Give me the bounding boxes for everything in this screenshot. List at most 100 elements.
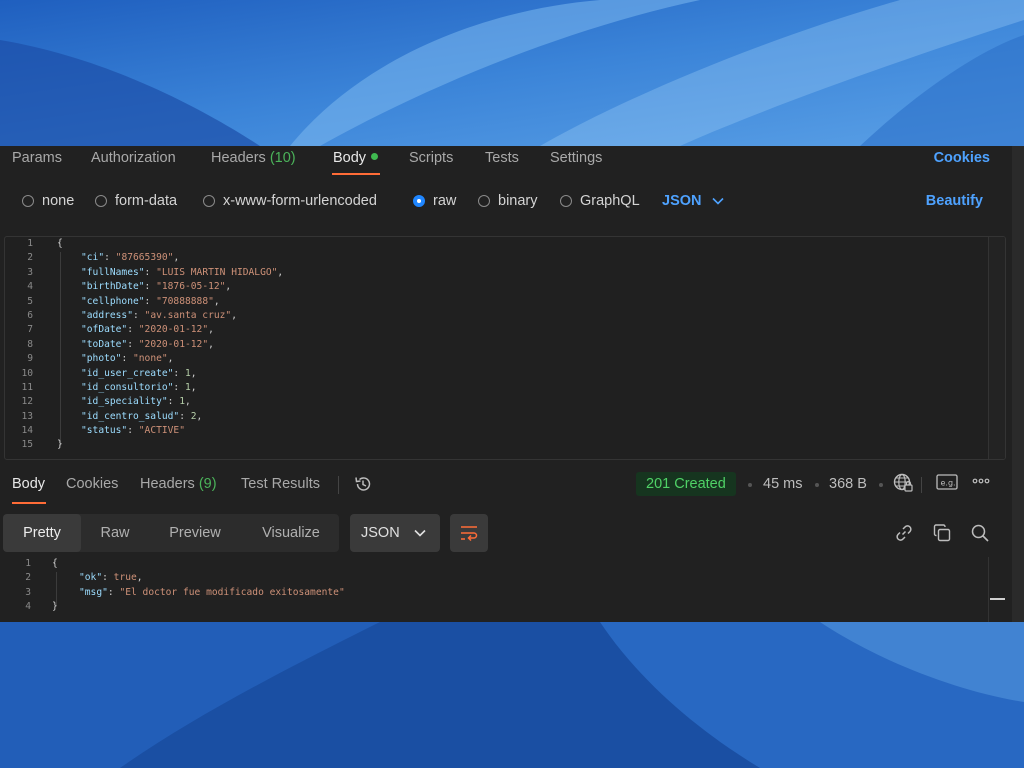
code-text: "id_speciality": 1, xyxy=(81,396,191,408)
code-line: 4 "birthDate": "1876-05-12", xyxy=(5,280,985,294)
json-key: "toDate" xyxy=(81,338,128,350)
request-body-editor[interactable]: 1{ 2 "ci": "87665390", 3 "fullNames": "LUI… xyxy=(4,236,1006,460)
code-text: "address": "av.santa cruz", xyxy=(81,309,237,321)
json-sep: , xyxy=(167,353,174,365)
code-line: 6 "address": "av.santa cruz", xyxy=(5,309,985,323)
code-text: "id_centro_salud": 2, xyxy=(81,410,203,422)
code-line: 5 "cellphone": "70888888", xyxy=(5,295,985,309)
radio-circle xyxy=(203,195,215,207)
line-number: 4 xyxy=(25,601,31,613)
code-line: 4} xyxy=(0,600,988,614)
response-format-dropdown[interactable]: JSON xyxy=(350,514,440,552)
meta-separator xyxy=(879,483,883,487)
json-key: "id_speciality" xyxy=(81,396,168,408)
radio-label: binary xyxy=(498,193,538,209)
view-visualize[interactable]: Visualize xyxy=(253,514,329,552)
resp-tab-cookies[interactable]: Cookies xyxy=(66,476,118,492)
line-number: 1 xyxy=(27,238,33,249)
copy-icon[interactable] xyxy=(932,523,952,548)
response-format-label: JSON xyxy=(361,525,400,541)
code-line: 9 "photo": "none", xyxy=(5,352,985,366)
response-scrollbar[interactable] xyxy=(988,557,1007,622)
chevron-down-icon xyxy=(414,529,426,537)
divider xyxy=(338,476,339,494)
line-number: 3 xyxy=(27,266,33,278)
divider xyxy=(921,477,922,493)
beautify-button[interactable]: Beautify xyxy=(926,193,983,209)
response-body-viewer[interactable]: 1{ 2 "ok": true, 3 "msg": "El doctor fue m… xyxy=(0,557,988,619)
code-line: 2 "ci": "87665390", xyxy=(5,251,985,265)
tab-settings[interactable]: Settings xyxy=(550,150,602,166)
json-key: "status" xyxy=(81,425,128,437)
tab-authorization[interactable]: Authorization xyxy=(91,150,176,166)
cookies-link[interactable]: Cookies xyxy=(934,150,990,166)
search-icon[interactable] xyxy=(970,523,990,548)
radio-binary[interactable]: binary xyxy=(478,193,538,209)
status-badge[interactable]: 201 Created xyxy=(636,472,736,496)
globe-icon[interactable] xyxy=(892,472,914,499)
radio-raw[interactable]: raw xyxy=(413,193,456,209)
view-preview[interactable]: Preview xyxy=(161,514,229,552)
line-number: 8 xyxy=(27,338,33,350)
response-time[interactable]: 45 ms xyxy=(763,476,803,492)
wrap-lines-icon xyxy=(461,526,478,542)
tab-headers[interactable]: Headers (10) xyxy=(211,150,296,166)
radio-label: GraphQL xyxy=(580,193,640,209)
radio-graphql[interactable]: GraphQL xyxy=(560,193,640,209)
line-number: 13 xyxy=(21,410,33,422)
resp-tab-test-results[interactable]: Test Results xyxy=(241,476,320,492)
tab-headers-label: Headers xyxy=(211,150,266,166)
radio-circle xyxy=(560,195,572,207)
code-line: 3 "msg": "El doctor fue modificado exitos… xyxy=(0,586,988,600)
json-sep: , xyxy=(225,281,232,293)
code-text: "cellphone": "70888888", xyxy=(81,295,220,307)
radio-label: x-www-form-urlencoded xyxy=(223,193,377,209)
resp-tab-headers[interactable]: Headers (9) xyxy=(140,476,217,492)
view-raw[interactable]: Raw xyxy=(93,514,137,552)
meta-separator xyxy=(815,483,819,487)
radio-x-www-form-urlencoded[interactable]: x-www-form-urlencoded xyxy=(203,193,377,209)
line-number: 3 xyxy=(25,586,31,598)
json-value: "av.santa cruz" xyxy=(144,309,232,321)
radio-none[interactable]: none xyxy=(22,193,74,209)
response-size[interactable]: 368 B xyxy=(829,476,867,492)
code-text: "ofDate": "2020-01-12", xyxy=(81,324,214,336)
json-sep: , xyxy=(196,410,203,422)
code-text: } xyxy=(57,439,63,451)
code-line: 13 "id_centro_salud": 2, xyxy=(5,410,985,424)
body-type-selector: none form-data x-www-form-urlencoded raw… xyxy=(0,190,1012,214)
editor-scrollbar[interactable] xyxy=(988,237,1005,459)
code-text: "status": "ACTIVE" xyxy=(81,425,185,437)
tab-body[interactable]: Body xyxy=(333,150,379,166)
json-sep: , xyxy=(173,252,180,264)
link-icon[interactable] xyxy=(894,523,914,548)
scrollbar-thumb[interactable] xyxy=(990,598,1005,600)
raw-format-label: JSON xyxy=(662,193,702,209)
line-number: 2 xyxy=(27,252,33,264)
line-number: 11 xyxy=(21,381,33,393)
tab-scripts[interactable]: Scripts xyxy=(409,150,453,166)
request-tabs: Params Authorization Headers (10) Body S… xyxy=(0,146,1012,176)
json-value: "LUIS MARTIN HIDALGO" xyxy=(156,266,278,278)
wrap-lines-button[interactable] xyxy=(450,514,488,552)
json-key: "address" xyxy=(81,309,133,321)
resp-tab-body[interactable]: Body xyxy=(12,476,45,492)
radio-form-data[interactable]: form-data xyxy=(95,193,177,209)
code-lines: 1{ 2 "ci": "87665390", 3 "fullNames": "LUI… xyxy=(5,237,985,453)
save-example-icon[interactable]: e.g. xyxy=(936,473,958,496)
view-pretty[interactable]: Pretty xyxy=(3,514,81,552)
window-scrollbar[interactable] xyxy=(1012,146,1024,622)
code-line: 11 "id_consultorio": 1, xyxy=(5,381,985,395)
more-icon[interactable] xyxy=(971,474,991,493)
code-line: 3 "fullNames": "LUIS MARTIN HIDALGO", xyxy=(5,266,985,280)
history-icon[interactable] xyxy=(353,474,373,499)
tab-params[interactable]: Params xyxy=(12,150,62,166)
code-line: 1{ xyxy=(5,237,985,251)
tab-tests[interactable]: Tests xyxy=(485,150,519,166)
chevron-down-icon xyxy=(711,198,724,205)
raw-format-dropdown[interactable]: JSON xyxy=(662,193,724,209)
radio-circle xyxy=(22,195,34,207)
view-mode-selector: Pretty Raw Preview Visualize xyxy=(3,514,339,552)
radio-label: raw xyxy=(433,193,457,209)
line-number: 4 xyxy=(27,281,33,293)
